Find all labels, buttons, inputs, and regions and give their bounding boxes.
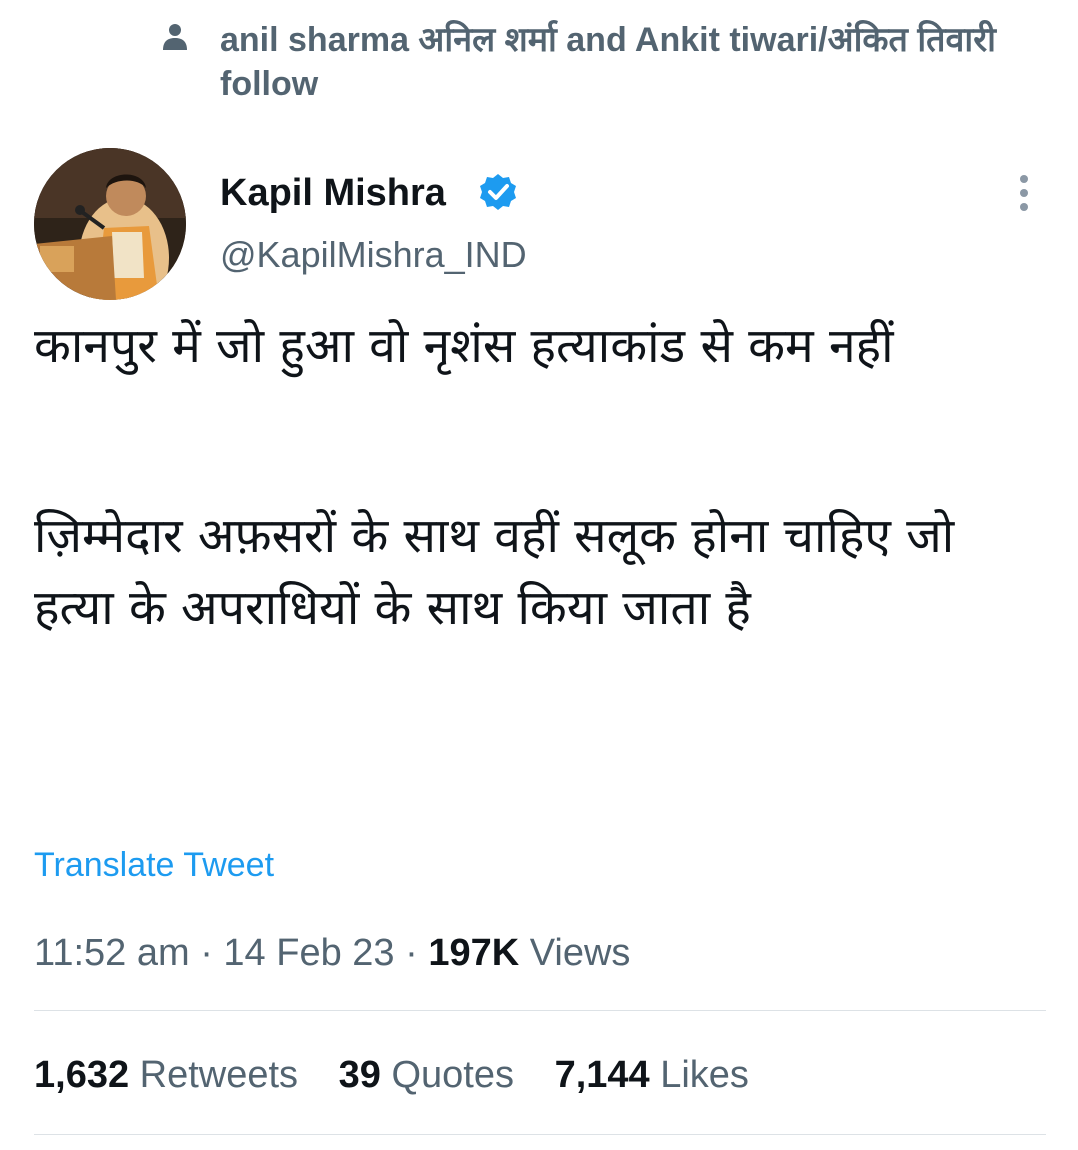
tweet-paragraph: कानपुर में जो हुआ वो नृशंस हत्याकांड से … (34, 318, 894, 374)
tweet-text: कानपुर में जो हुआ वो नृशंस हत्याकांड से … (34, 310, 1044, 644)
engagement-stats: 1,632 Retweets 39 Quotes 7,144 Likes (34, 1051, 779, 1099)
divider (34, 1010, 1046, 1011)
views-label: Views (529, 932, 631, 974)
author-handle[interactable]: @KapilMishra_IND (220, 232, 527, 278)
social-context-text[interactable]: anil sharma अनिल शर्मा and Ankit tiwari/… (220, 18, 1020, 106)
tweet-detail: anil sharma अनिल शर्मा and Ankit tiwari/… (0, 0, 1078, 1150)
translate-tweet-link[interactable]: Translate Tweet (34, 843, 274, 887)
retweets-count: 1,632 (34, 1054, 130, 1096)
likes-count: 7,144 (554, 1054, 650, 1096)
divider (34, 1134, 1046, 1135)
tweet-meta: 11:52 am · 14 Feb 23 · 197K Views (34, 929, 630, 977)
avatar-image (34, 148, 186, 300)
tweet-time[interactable]: 11:52 am (34, 932, 190, 974)
author-name[interactable]: Kapil Mishra (220, 170, 446, 216)
quotes-stat[interactable]: 39 Quotes (339, 1051, 514, 1099)
tweet-date[interactable]: 14 Feb 23 (223, 932, 394, 974)
tweet-paragraph: ज़िम्मेदार अफ़सरों के साथ वहीं सलूक होना… (34, 508, 955, 636)
more-options-icon[interactable] (1008, 172, 1040, 214)
retweets-label: Retweets (139, 1054, 299, 1096)
quotes-count: 39 (338, 1054, 381, 1096)
retweets-stat[interactable]: 1,632 Retweets (34, 1051, 298, 1099)
verified-badge-icon (480, 174, 516, 210)
quotes-label: Quotes (391, 1054, 514, 1096)
person-icon (163, 24, 187, 50)
likes-stat[interactable]: 7,144 Likes (555, 1051, 749, 1099)
likes-label: Likes (660, 1054, 749, 1096)
views-count: 197K (428, 932, 520, 974)
meta-separator: · (405, 932, 418, 974)
meta-separator: · (200, 932, 213, 974)
avatar[interactable] (34, 148, 186, 300)
